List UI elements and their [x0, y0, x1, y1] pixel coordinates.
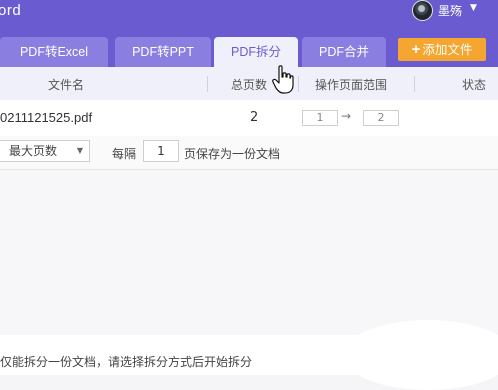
- content-area: [0, 170, 498, 335]
- title-bar: ord 墨殇 ▼: [0, 0, 498, 33]
- hand-cursor-icon: [272, 65, 294, 94]
- every-pages-input[interactable]: 1: [143, 140, 179, 162]
- column-divider: [207, 76, 208, 92]
- column-header-status: 状态: [462, 78, 487, 92]
- tab-pdf-split[interactable]: PDF拆分: [214, 37, 298, 67]
- tab-pdf-to-excel[interactable]: PDF转Excel: [0, 37, 108, 67]
- split-mode-value: 最大页数: [9, 144, 58, 158]
- user-avatar[interactable]: [412, 0, 433, 21]
- column-header-filename: 文件名: [48, 78, 85, 92]
- range-to-input[interactable]: 2: [363, 110, 399, 126]
- add-file-label: 添加文件: [422, 43, 473, 57]
- table-row[interactable]: 0211121525.pdf 2 1 → 2: [0, 100, 498, 136]
- chevron-down-icon: ▼: [76, 146, 83, 155]
- username[interactable]: 墨殇: [438, 2, 462, 19]
- tab-bar: PDF转Excel PDF转PPT PDF拆分 PDF合并 + 添加文件: [0, 33, 498, 67]
- tab-pdf-to-ppt[interactable]: PDF转PPT: [115, 37, 211, 67]
- app-title: ord: [0, 2, 22, 19]
- split-mode-select[interactable]: 最大页数 ▼: [0, 140, 90, 162]
- tab-label: PDF转PPT: [132, 45, 194, 59]
- column-header-total-pages: 总页数: [231, 78, 268, 92]
- file-table-header: 文件名 总页数 操作页面范围 状态: [0, 67, 498, 100]
- decorative-blob: [343, 320, 498, 390]
- split-options-row: 最大页数 ▼ 每隔 1 页保存为一份文档: [0, 136, 498, 170]
- column-divider: [298, 76, 299, 92]
- arrow-right-icon: →: [341, 109, 352, 123]
- column-header-page-range: 操作页面范围: [315, 78, 388, 92]
- tab-label: PDF转Excel: [19, 45, 89, 59]
- range-from-input[interactable]: 1: [302, 110, 338, 126]
- tab-pdf-merge[interactable]: PDF合并: [302, 37, 386, 67]
- every-label: 每隔: [112, 147, 137, 161]
- file-name: 0211121525.pdf: [0, 110, 93, 125]
- every-suffix-label: 页保存为一份文档: [184, 147, 281, 161]
- add-file-button[interactable]: + 添加文件: [398, 38, 486, 61]
- plus-icon: +: [411, 41, 421, 58]
- user-menu-caret-icon[interactable]: ▼: [470, 3, 477, 13]
- total-pages-value: 2: [250, 110, 259, 125]
- column-divider: [414, 76, 415, 92]
- footer-hint: 仅能拆分一份文档，请选择拆分方式后开始拆分: [0, 355, 253, 369]
- tab-label: PDF合并: [318, 45, 369, 59]
- tab-label: PDF拆分: [230, 45, 281, 59]
